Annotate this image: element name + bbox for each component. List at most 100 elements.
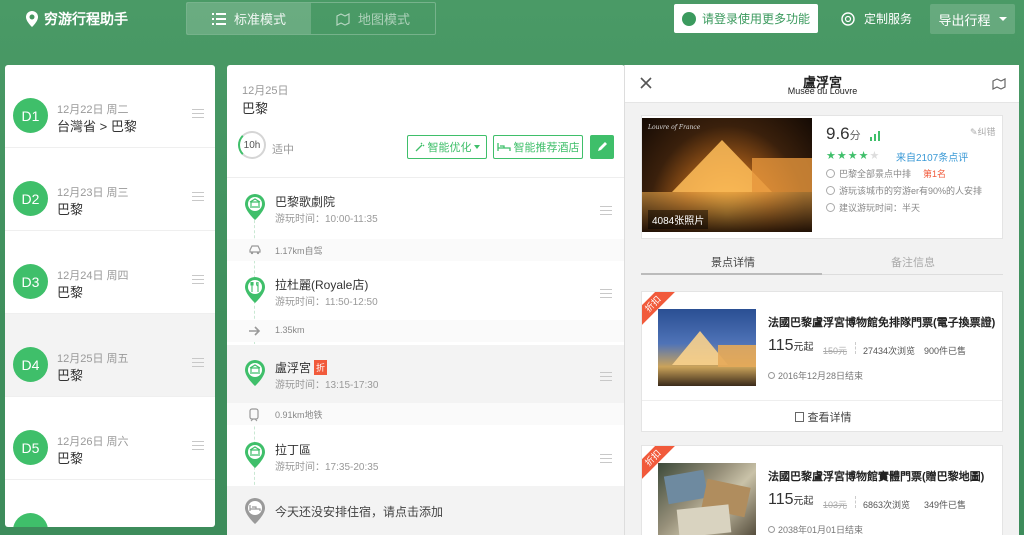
ticket-price: 115元起 bbox=[768, 491, 814, 509]
view-details-button[interactable]: 查看详情 bbox=[642, 400, 1002, 431]
day-item-d1[interactable]: D1 12月22日 周二 台灣省 > 巴黎 bbox=[5, 65, 215, 148]
spot-item[interactable]: 拉杜麗(Royale店) 游玩时间：11:50-12:50 bbox=[227, 262, 625, 324]
transport-item: 1.35km bbox=[227, 320, 625, 342]
app-logo[interactable]: 穷游行程助手 bbox=[24, 9, 128, 29]
add-hotel-row[interactable]: 今天还没安排住宿，请点击添加 bbox=[227, 486, 625, 535]
drag-handle-icon[interactable] bbox=[192, 192, 204, 204]
schedule-city: 巴黎 bbox=[242, 101, 269, 116]
price-unit: 元起 bbox=[793, 496, 814, 507]
ticket-card[interactable]: 折扣 法國巴黎盧浮宮博物館實體門票(贈巴黎地圖) 115元起 103元 6863… bbox=[641, 445, 1003, 535]
report-label: 纠错 bbox=[977, 127, 996, 137]
day-badge bbox=[13, 513, 48, 527]
headset-icon bbox=[841, 11, 855, 26]
drag-handle-icon[interactable] bbox=[192, 358, 204, 370]
day-badge: D1 bbox=[13, 98, 48, 133]
photo-caption: Louvre of France bbox=[648, 124, 701, 131]
divider bbox=[227, 177, 625, 178]
smart-optimize-button[interactable]: 智能优化 bbox=[407, 135, 487, 159]
day-badge: D5 bbox=[13, 430, 48, 465]
spot-name: 拉杜麗(Royale店) bbox=[275, 278, 369, 292]
transport-item: 0.91km地铁 bbox=[227, 403, 625, 425]
drag-handle-icon[interactable] bbox=[600, 454, 612, 466]
spot-item[interactable]: 巴黎歌劇院 游玩时间：10:00-11:35 bbox=[227, 179, 625, 241]
tab-notes[interactable]: 备注信息 bbox=[891, 254, 935, 270]
star-empty-icon: ★ bbox=[869, 150, 881, 162]
map-pin-icon[interactable] bbox=[991, 76, 1007, 92]
drag-handle-icon[interactable] bbox=[192, 275, 204, 287]
spot-item[interactable]: 盧浮宮折 游玩时间：13:15-17:30 bbox=[227, 345, 625, 407]
hours-note: 适中 bbox=[272, 144, 294, 156]
drag-handle-icon[interactable] bbox=[600, 289, 612, 301]
price-value: 115 bbox=[768, 337, 794, 354]
arrow-right-icon bbox=[249, 326, 261, 336]
subway-icon bbox=[249, 408, 259, 422]
day-item-d2[interactable]: D2 12月23日 周三 巴黎 bbox=[5, 148, 215, 231]
ticket-sold: 900件已售 bbox=[924, 346, 967, 356]
spot-name: 巴黎歌劇院 bbox=[275, 195, 336, 209]
spot-time: 游玩时间：17:35-20:35 bbox=[275, 462, 379, 473]
day-item-d5[interactable]: D5 12月26日 周六 巴黎 bbox=[5, 397, 215, 480]
landmark-pin-icon bbox=[245, 442, 265, 468]
drag-handle-icon[interactable] bbox=[192, 441, 204, 453]
edit-button[interactable] bbox=[590, 135, 614, 159]
active-tab-indicator bbox=[641, 273, 822, 275]
schedule-date: 12月25日 bbox=[242, 85, 289, 97]
visitors-text: 游玩该城市的穷游er有90%的人安排 bbox=[839, 186, 983, 196]
drag-handle-icon[interactable] bbox=[600, 206, 612, 218]
export-dropdown[interactable]: 导出行程 bbox=[930, 4, 1015, 34]
day-place: 台灣省 > 巴黎 bbox=[57, 119, 137, 134]
clock-icon bbox=[768, 372, 775, 379]
tab-attraction-info[interactable]: 景点详情 bbox=[711, 254, 755, 270]
smart-optimize-label: 智能优化 bbox=[427, 142, 472, 154]
mode-switch: 标准模式 地图模式 bbox=[186, 2, 436, 35]
clock-icon bbox=[768, 526, 775, 533]
caret-down-icon bbox=[473, 145, 480, 149]
day-item-partial[interactable] bbox=[5, 513, 215, 527]
reviews-link[interactable]: 来自2107条点评 bbox=[896, 149, 968, 164]
caret-down-icon bbox=[998, 17, 1007, 21]
day-item-d3[interactable]: D3 12月24日 周四 巴黎 bbox=[5, 231, 215, 314]
ticket-end-date: 2016年12月28日结束 bbox=[768, 369, 863, 382]
score-value: 9.6 bbox=[826, 124, 850, 143]
spot-time: 游玩时间：13:15-17:30 bbox=[275, 380, 379, 391]
app-name: 穷游行程助手 bbox=[44, 11, 128, 27]
document-icon bbox=[794, 411, 804, 422]
standard-mode-tab[interactable]: 标准模式 bbox=[187, 3, 311, 34]
map-mode-tab[interactable]: 地图模式 bbox=[311, 3, 435, 34]
landmark-pin-icon bbox=[245, 360, 265, 386]
hours-ring: 10h bbox=[238, 131, 266, 159]
drag-handle-icon[interactable] bbox=[600, 372, 612, 384]
drag-handle-icon[interactable] bbox=[192, 109, 204, 121]
day-date: 12月22日 周二 bbox=[57, 104, 129, 116]
duration-text: 建议游玩时间：半天 bbox=[839, 203, 921, 213]
standard-mode-label: 标准模式 bbox=[233, 12, 286, 27]
attraction-info-card: Louvre of France 4084张照片 9.6分 ✎纠错 ★★★★★ … bbox=[641, 115, 1003, 239]
end-date-text: 2038年01月01日结束 bbox=[778, 525, 864, 535]
ticket-views: 27434次浏览 bbox=[863, 346, 916, 356]
list-icon bbox=[211, 12, 226, 25]
hotel-pin-icon bbox=[245, 498, 265, 524]
ticket-name: 法國巴黎盧浮宮博物館免排隊門票(電子換票證) bbox=[768, 317, 996, 329]
report-error-link[interactable]: ✎纠错 bbox=[970, 125, 996, 138]
separator bbox=[855, 342, 856, 354]
days-panel: D1 12月22日 周二 台灣省 > 巴黎 D2 12月23日 周三 巴黎 D3… bbox=[5, 65, 215, 527]
car-icon bbox=[249, 245, 261, 255]
star-icon: ★ bbox=[847, 150, 859, 162]
ticket-end-date: 2038年01月01日结束 bbox=[768, 523, 863, 535]
transport-label: 0.91km地铁 bbox=[275, 410, 323, 420]
ticket-card[interactable]: 折扣 法國巴黎盧浮宮博物館免排隊門票(電子換票證) 115元起 150元 274… bbox=[641, 291, 1003, 432]
custom-service-link[interactable]: 定制服务 bbox=[840, 10, 912, 27]
day-badge: D4 bbox=[13, 347, 48, 382]
day-item-d4[interactable]: D4 12月25日 周五 巴黎 bbox=[5, 314, 215, 397]
login-button[interactable]: 请登录使用更多功能 bbox=[674, 4, 818, 33]
photo-count[interactable]: 4084张照片 bbox=[648, 210, 709, 229]
recommend-hotel-button[interactable]: 智能推荐酒店 bbox=[493, 135, 583, 159]
spot-item[interactable]: 拉丁區 游玩时间：17:35-20:35 bbox=[227, 427, 625, 489]
login-label: 请登录使用更多功能 bbox=[701, 12, 810, 26]
logo-pin-icon bbox=[26, 11, 38, 27]
score-unit: 分 bbox=[849, 130, 861, 142]
restaurant-pin-icon bbox=[245, 277, 265, 303]
ticket-photo bbox=[658, 309, 756, 386]
wand-icon bbox=[415, 142, 424, 152]
attraction-photo[interactable]: Louvre of France 4084张照片 bbox=[642, 118, 812, 232]
